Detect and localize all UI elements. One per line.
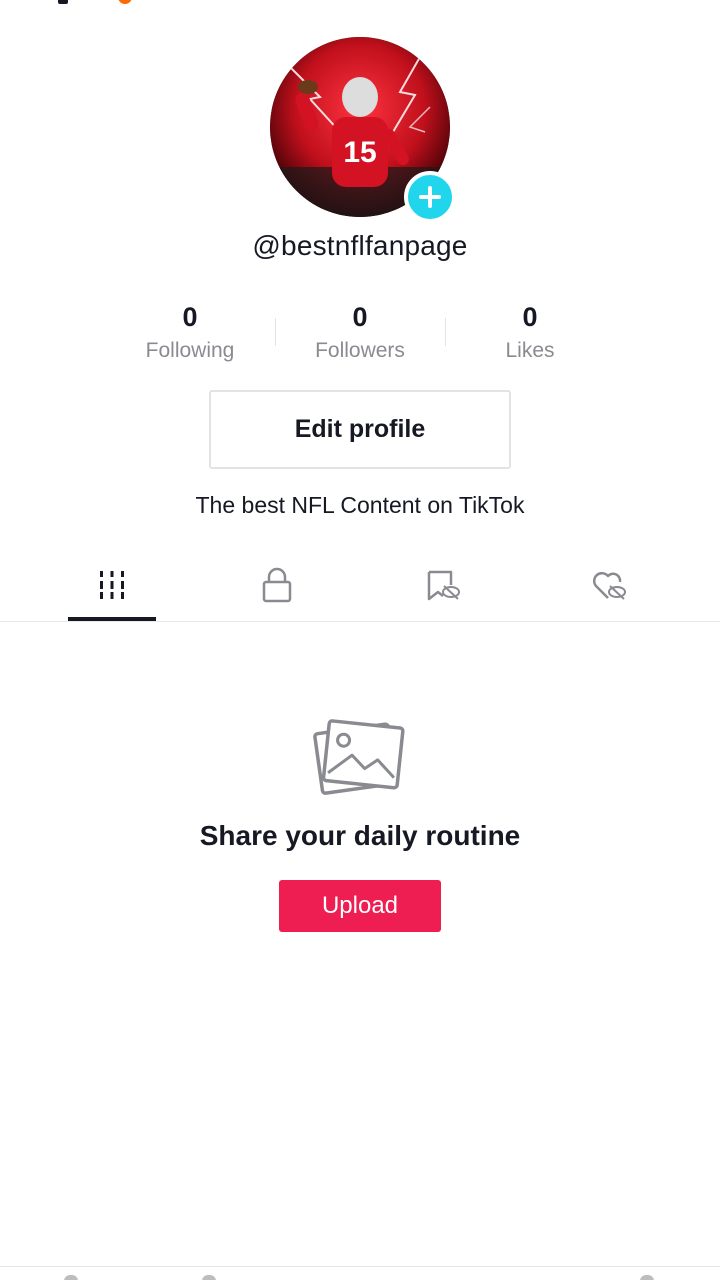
lock-icon [262,567,292,603]
empty-state-title: Share your daily routine [199,820,521,851]
add-avatar-button[interactable] [404,171,456,223]
stats-row: 0 Following 0 Followers 0 Likes [105,300,615,370]
top-app-bar-fragment [40,0,140,8]
videos-grid-icon [100,571,124,599]
stat-followers[interactable]: 0 Followers [275,300,445,370]
username: @bestnflfanpage [252,230,468,261]
profile-bio: The best NFL Content on TikTok [195,492,525,518]
tab-private[interactable] [222,548,332,622]
nav-icon-fragment[interactable] [64,1275,78,1280]
nav-icon-fragment[interactable] [640,1275,654,1280]
stat-label: Followers [315,339,405,362]
stat-value: 0 [352,302,368,332]
nav-icon-fragment[interactable] [202,1275,216,1280]
upload-button[interactable]: Upload [279,880,441,932]
avatar-container[interactable]: 15 [270,37,456,223]
stat-following[interactable]: 0 Following [105,300,275,370]
status-glyph [58,0,68,4]
edit-profile-button[interactable]: Edit profile [209,390,511,469]
stat-value: 0 [182,302,198,332]
tab-liked[interactable] [554,548,664,622]
tab-videos[interactable] [57,548,167,622]
plus-icon [419,186,441,208]
stat-label: Likes [505,339,555,362]
photos-icon [312,716,408,796]
svg-text:15: 15 [343,136,376,169]
stat-likes[interactable]: 0 Likes [445,300,615,370]
flame-icon [118,0,132,4]
profile-tabs [0,548,720,622]
stat-divider [275,318,276,346]
tab-favorites[interactable] [388,548,498,622]
stat-divider [445,318,446,346]
active-tab-indicator [68,617,156,621]
stat-label: Following [145,339,235,362]
bottom-nav-bar [0,1266,720,1280]
hidden-heart-icon [592,571,626,600]
hidden-bookmark-icon [427,570,460,601]
stat-value: 0 [522,302,538,332]
